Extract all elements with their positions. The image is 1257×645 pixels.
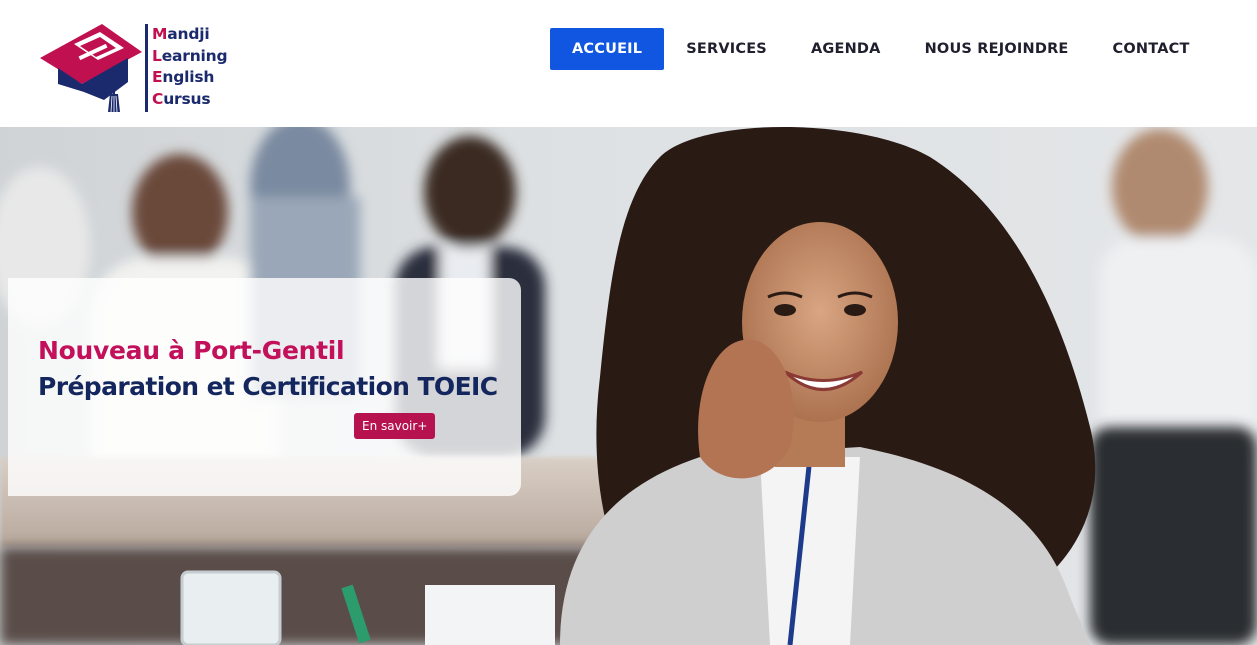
learn-more-button[interactable]: En savoir+ [354,413,436,439]
brand-line-1: Mandji [152,25,210,43]
main-nav: ACCUEIL SERVICES AGENDA NOUS REJOINDRE C… [550,28,1212,70]
promo-subheadline: Préparation et Certification TOEIC [38,372,498,401]
logo-divider [145,24,148,112]
nav-item-nous-rejoindre[interactable]: NOUS REJOINDRE [903,28,1091,70]
nav-item-services[interactable]: SERVICES [664,28,789,70]
hero-banner: Nouveau à Port-Gentil Préparation et Cer… [0,127,1257,645]
brand-line-2: Learning [152,46,228,65]
nav-item-agenda[interactable]: AGENDA [789,28,903,70]
graduation-cap-logo-icon [40,24,142,113]
promo-headline: Nouveau à Port-Gentil [38,336,345,365]
brand-line-4: Cursus [152,89,211,108]
nav-item-accueil[interactable]: ACCUEIL [550,28,665,70]
brand-logo[interactable]: Mandji Learning English Cursus [38,22,248,114]
promo-card: Nouveau à Port-Gentil Préparation et Cer… [8,278,521,496]
nav-item-contact[interactable]: CONTACT [1091,28,1212,70]
site-header: Mandji Learning English Cursus ACCUEIL S… [0,0,1257,127]
brand-name: Mandji Learning English Cursus [152,24,228,110]
brand-line-3: English [152,68,215,86]
